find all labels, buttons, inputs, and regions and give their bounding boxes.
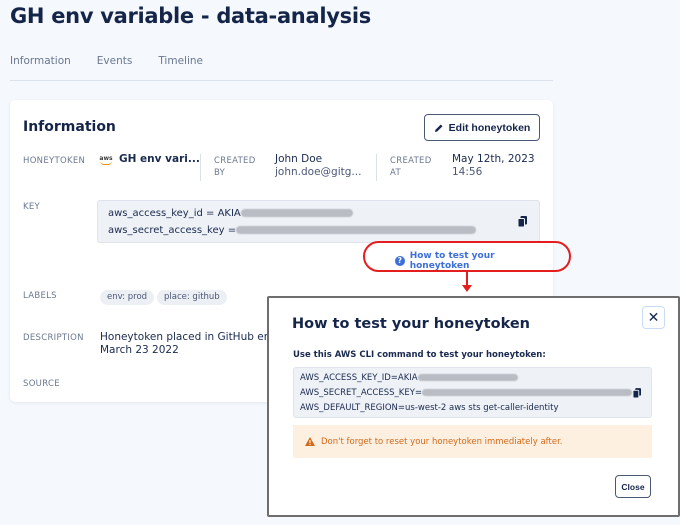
close-icon[interactable]: ✕ [642,306,665,329]
redacted-value [422,389,633,396]
redacted-value [240,209,353,217]
edit-honeytoken-button[interactable]: Edit honeytoken [424,114,540,141]
created-at-label-line1: CREATED [390,156,432,166]
redacted-value [417,374,518,381]
divider [376,154,377,181]
tab-events[interactable]: Events [97,55,133,80]
page-title: GH env variable - data-analysis [10,4,371,28]
cli-command-box: AWS_ACCESS_KEY_ID=AKIA AWS_SECRET_ACCESS… [293,367,652,418]
created-at-value: May 12th, 2023 14:56 [452,153,535,179]
created-at-label-line2: AT [390,168,401,178]
copy-icon[interactable] [518,216,527,227]
divider [200,154,201,181]
honeytoken-name: GH env vari... [119,153,200,165]
source-label: SOURCE [23,379,60,389]
cli-line-1: AWS_ACCESS_KEY_ID=AKIA [300,373,518,383]
copy-icon[interactable] [633,388,641,398]
question-circle-icon: ? [395,256,405,266]
honeytoken-label: HONEYTOKEN [23,156,86,166]
modal-title: How to test your honeytoken [292,316,530,332]
created-by-label-line1: CREATED [214,156,256,166]
tab-timeline[interactable]: Timeline [158,55,203,80]
description-value: Honeytoken placed in GitHub envi March 2… [100,331,279,357]
tab-bar: Information Events Timeline [10,55,553,81]
annotation-arrow [466,272,468,286]
key-label: KEY [23,202,41,212]
cli-line-3: AWS_DEFAULT_REGION=us-west-2 aws sts get… [300,403,559,413]
close-button[interactable]: Close [615,475,651,498]
creator-email: john.doe@gitg... [275,166,362,178]
cli-line-1-prefix: AWS_ACCESS_KEY_ID=AKIA [300,373,418,383]
how-to-test-link[interactable]: ? How to test your honeytoken [395,251,553,271]
redacted-value [236,226,477,234]
description-line2: March 23 2022 [100,344,179,356]
warning-triangle-icon [305,437,315,446]
aws-logo-icon: aws [99,155,113,165]
created-by-label: CREATED BY [214,155,256,179]
how-to-test-label: How to test your honeytoken [409,251,495,271]
created-at-label: CREATED AT [390,155,432,179]
description-line1: Honeytoken placed in GitHub envi [100,331,280,343]
cli-line-2-prefix: AWS_SECRET_ACCESS_KEY= [300,388,423,398]
creator-name: John Doe [275,153,323,165]
pencil-icon [434,124,443,132]
modal-subtitle: Use this AWS CLI command to test your ho… [293,350,546,360]
tab-information[interactable]: Information [10,55,71,80]
cli-line-2: AWS_SECRET_ACCESS_KEY= [300,388,633,398]
annotation-arrow-head [462,285,472,292]
access-key-prefix: aws_access_key_id = AKIA [108,208,241,219]
secret-key-prefix: aws_secret_access_key = [108,225,237,236]
description-label: DESCRIPTION [23,333,84,343]
warning-banner: Don't forget to reset your honeytoken im… [293,425,652,458]
warning-text: Don't forget to reset your honeytoken im… [321,436,563,447]
edit-honeytoken-label: Edit honeytoken [448,121,531,134]
created-time: 14:56 [452,166,483,178]
card-title: Information [23,119,116,135]
access-key-line: aws_access_key_id = AKIA [108,208,353,219]
created-date: May 12th, 2023 [452,153,535,165]
label-chip: place: github [157,290,227,305]
created-by-label-line2: BY [214,168,226,178]
key-box: aws_access_key_id = AKIA aws_secret_acce… [97,200,540,243]
secret-key-line: aws_secret_access_key = [108,225,477,236]
label-chip: env: prod [100,290,155,305]
created-by-value: John Doe john.doe@gitg... [275,153,361,179]
how-to-test-modal: How to test your honeytoken ✕ Use this A… [267,296,680,517]
labels-label: LABELS [23,291,57,301]
